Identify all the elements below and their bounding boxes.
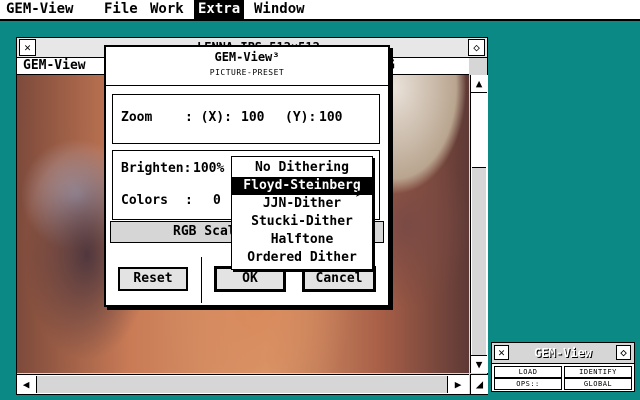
zoom-y-label: (Y): <box>285 110 317 125</box>
global-button[interactable]: GLOBAL <box>564 378 632 390</box>
mini-title: GEM-View <box>534 346 592 360</box>
reset-button[interactable]: Reset <box>118 267 188 291</box>
arrow-down-icon[interactable]: ▼ <box>471 355 487 373</box>
mini-titlebar[interactable]: ✕ GEM-View ◇ <box>492 343 634 364</box>
colors-sep: : <box>185 193 193 208</box>
mini-full-icon[interactable]: ◇ <box>616 345 631 360</box>
horizontal-scrollbar[interactable]: ◀ ▶ <box>17 374 469 394</box>
arrow-up-icon[interactable]: ▲ <box>471 75 487 93</box>
dither-option-stucki[interactable]: Stucki-Dither <box>232 213 372 231</box>
load-button[interactable]: LOAD <box>494 366 562 378</box>
zoom-label: Zoom <box>121 110 153 125</box>
dialog-subtitle: PICTURE-PRESET <box>209 68 285 77</box>
menu-gemview[interactable]: GEM-View <box>2 0 77 19</box>
mini-close-icon[interactable]: ✕ <box>494 345 509 360</box>
window-menu-gemview[interactable]: GEM-View <box>23 58 86 74</box>
dither-option-ordered[interactable]: Ordered Dither <box>232 249 372 267</box>
dialog-header: GEM-View³ PICTURE-PRESET <box>106 47 388 86</box>
dither-option-halftone[interactable]: Halftone <box>232 231 372 249</box>
vertical-scroll-thumb[interactable] <box>472 167 486 367</box>
gemview-mini-window: ✕ GEM-View ◇ LOAD IDENTIFY OPS:: GLOBAL <box>491 342 635 392</box>
identify-button[interactable]: IDENTIFY <box>564 366 632 378</box>
rgb-scale-label: RGB Scal <box>173 224 236 239</box>
dither-option-jjn[interactable]: JJN-Dither <box>232 195 372 213</box>
brighten-value[interactable]: 100% <box>193 161 224 176</box>
colors-value[interactable]: 0 <box>213 193 221 208</box>
dither-option-none[interactable]: No Dithering <box>232 159 372 177</box>
zoom-x-input[interactable]: 100 <box>241 110 264 125</box>
vertical-scrollbar[interactable]: ▲ ▼ <box>470 75 488 373</box>
zoom-panel: Zoom : (X): 100 (Y): 100 <box>112 94 380 144</box>
dither-popup-menu: No Dithering Floyd-Steinberg JJN-Dither … <box>231 156 373 270</box>
fullscreen-icon[interactable]: ◇ <box>468 39 485 56</box>
menu-window[interactable]: Window <box>250 0 309 19</box>
mouse-pointer-icon: ➤ <box>355 184 365 203</box>
dither-option-floyd-steinberg[interactable]: Floyd-Steinberg <box>232 177 372 195</box>
dialog-title: GEM-View³ <box>214 50 280 64</box>
close-icon[interactable]: ✕ <box>19 39 36 56</box>
menu-work[interactable]: Work <box>146 0 188 19</box>
zoom-x-label: : (X): <box>185 110 232 125</box>
zoom-y-input[interactable]: 100 <box>319 110 342 125</box>
button-separator <box>201 257 202 303</box>
brighten-label: Brighten: <box>121 161 192 176</box>
colors-label: Colors <box>121 193 168 208</box>
menu-bar: GEM-View File Work Extra Window <box>0 0 640 21</box>
arrow-left-icon[interactable]: ◀ <box>18 376 34 393</box>
arrow-right-icon[interactable]: ▶ <box>450 376 466 393</box>
resize-icon[interactable]: ◢ <box>470 374 488 394</box>
menu-file[interactable]: File <box>100 0 142 19</box>
menu-extra[interactable]: Extra <box>194 0 245 19</box>
horizontal-scroll-thumb[interactable] <box>36 376 448 393</box>
ops-button[interactable]: OPS:: <box>494 378 562 390</box>
